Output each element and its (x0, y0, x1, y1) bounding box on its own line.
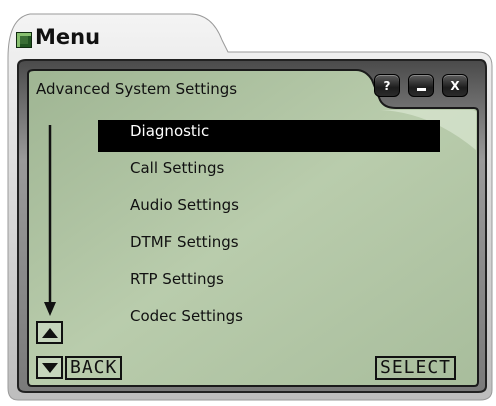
menu-item-codec-settings[interactable]: Codec Settings (98, 305, 440, 342)
help-label: ? (383, 78, 391, 93)
scroll-down-button[interactable] (36, 356, 63, 379)
minimize-icon (416, 87, 426, 91)
triangle-up-icon (41, 327, 58, 338)
screen-title: Advanced System Settings (36, 80, 238, 98)
select-button[interactable]: SELECT (375, 356, 457, 380)
menu-item-call-settings[interactable]: Call Settings (98, 157, 440, 194)
help-button[interactable]: ? (374, 74, 400, 97)
menu-window-icon (16, 32, 32, 48)
menu-item-diagnostic[interactable]: Diagnostic (98, 120, 440, 152)
close-label: X (450, 78, 460, 93)
scroll-up-button[interactable] (36, 321, 63, 344)
close-button[interactable]: X (442, 74, 468, 97)
minimize-button[interactable] (408, 74, 434, 97)
settings-menu-list: Diagnostic Call Settings Audio Settings … (98, 120, 440, 342)
menu-item-audio-settings[interactable]: Audio Settings (98, 194, 440, 231)
back-button[interactable]: BACK (65, 356, 123, 380)
menu-item-dtmf-settings[interactable]: DTMF Settings (98, 231, 440, 268)
menu-item-rtp-settings[interactable]: RTP Settings (98, 268, 440, 305)
triangle-down-icon (41, 362, 58, 373)
window-title: Menu (35, 25, 101, 49)
